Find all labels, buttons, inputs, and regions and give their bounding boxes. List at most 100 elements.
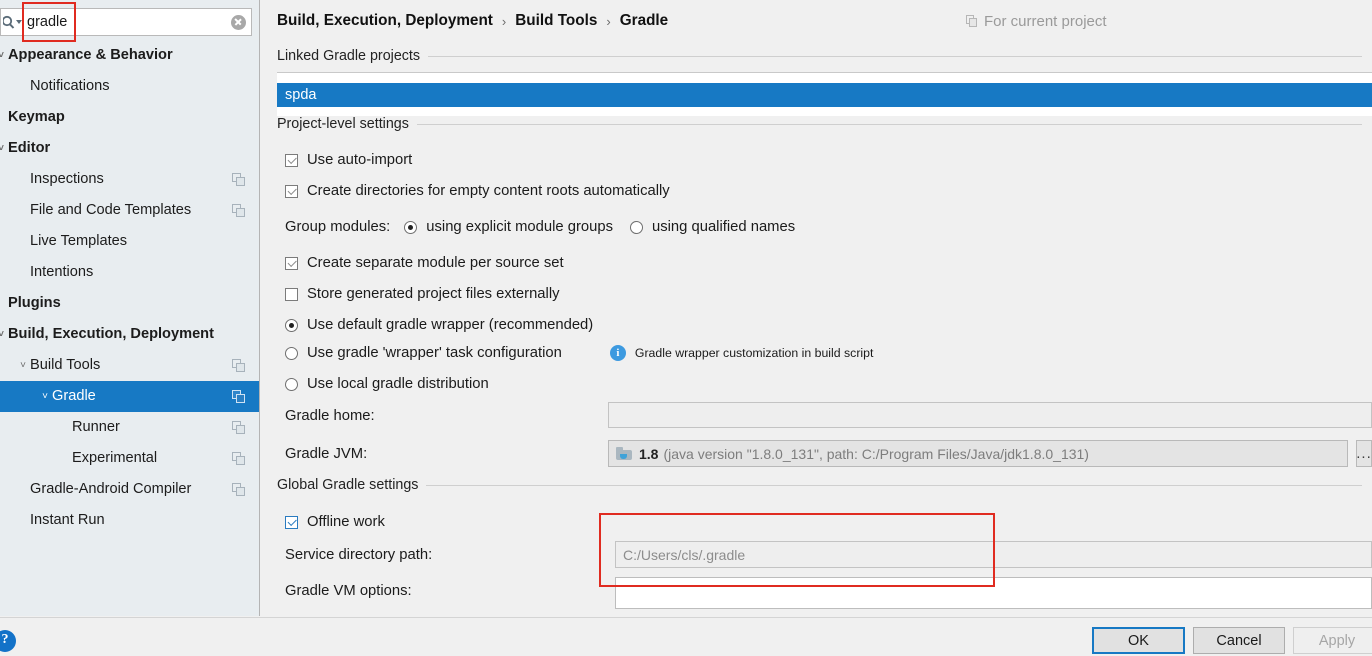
sidebar-item-build-tools[interactable]: ˅ Build Tools xyxy=(0,350,259,381)
offline-work-checkbox[interactable] xyxy=(285,515,298,529)
copy-icon[interactable] xyxy=(232,452,245,465)
breadcrumb-item-1[interactable]: Build Tools xyxy=(515,12,597,30)
sidebar-item-keymap[interactable]: Keymap xyxy=(0,102,259,133)
create-directories-row[interactable]: Create directories for empty content roo… xyxy=(285,183,670,199)
sidebar-item-experimental[interactable]: Experimental xyxy=(0,443,259,474)
section-rule xyxy=(426,484,1362,486)
wrapper-local-radio[interactable] xyxy=(285,377,298,391)
breadcrumb-item-0[interactable]: Build, Execution, Deployment xyxy=(277,12,493,30)
group-modules-qualified-label: using qualified names xyxy=(652,219,796,235)
sidebar-item-gradle[interactable]: ˅ Gradle xyxy=(0,381,259,412)
offline-work-row[interactable]: Offline work xyxy=(285,514,385,530)
sidebar-item-label: Notifications xyxy=(30,78,110,94)
copy-icon[interactable] xyxy=(232,390,245,403)
project-settings-title-text: Project-level settings xyxy=(277,116,409,132)
chevron-down-icon[interactable]: ˅ xyxy=(0,40,8,71)
service-directory-value: C:/Users/cls/.gradle xyxy=(623,546,746,563)
wrapper-task-radio[interactable] xyxy=(285,346,298,360)
gradle-jvm-browse-button[interactable]: ... xyxy=(1356,440,1372,467)
wrapper-default-row[interactable]: Use default gradle wrapper (recommended) xyxy=(285,317,593,333)
search-icon[interactable] xyxy=(1,9,27,35)
sidebar-item-inspections[interactable]: Inspections xyxy=(0,164,259,195)
sidebar-item-appearance-behavior[interactable]: ˅ Appearance & Behavior xyxy=(0,40,259,71)
chevron-down-icon[interactable]: ˅ xyxy=(16,350,30,381)
sidebar-item-label: Inspections xyxy=(30,171,104,187)
copy-icon[interactable] xyxy=(232,483,245,496)
group-modules-explicit-radio[interactable] xyxy=(404,220,418,234)
copy-icon[interactable] xyxy=(232,204,245,217)
store-generated-checkbox[interactable] xyxy=(285,287,298,301)
wrapper-local-row[interactable]: Use local gradle distribution xyxy=(285,376,489,392)
use-auto-import-row[interactable]: Use auto-import xyxy=(285,152,412,168)
list-item[interactable]: spda xyxy=(277,83,1372,107)
cancel-button[interactable]: Cancel xyxy=(1193,627,1285,654)
breadcrumb-separator: › xyxy=(606,13,611,29)
create-directories-checkbox[interactable] xyxy=(285,184,298,198)
group-modules-explicit-label: using explicit module groups xyxy=(426,219,613,235)
sidebar-item-file-and-code-templates[interactable]: File and Code Templates xyxy=(0,195,259,226)
sidebar-item-instant-run[interactable]: Instant Run xyxy=(0,505,259,536)
wrapper-info-text: Gradle wrapper customization in build sc… xyxy=(634,346,874,360)
sidebar-item-notifications[interactable]: Notifications xyxy=(0,71,259,102)
settings-tree[interactable]: ˅ Appearance & Behavior Notifications Keyma… xyxy=(0,40,259,616)
create-separate-module-checkbox[interactable] xyxy=(285,256,298,270)
breadcrumb: Build, Execution, Deployment › Build Too… xyxy=(277,10,668,32)
sidebar-item-label: File and Code Templates xyxy=(30,202,192,218)
wrapper-default-radio[interactable] xyxy=(285,318,298,332)
sidebar-item-editor[interactable]: ˅ Editor xyxy=(0,133,259,164)
sidebar-item-live-templates[interactable]: Live Templates xyxy=(0,226,259,257)
breadcrumb-item-2[interactable]: Gradle xyxy=(620,12,668,30)
settings-sidebar: ˅Appearance & BehaviorNotificationsKeyma… xyxy=(0,0,260,616)
chevron-down-icon[interactable]: ˅ xyxy=(0,133,8,164)
sidebar-item-label: Live Templates xyxy=(30,233,128,249)
service-directory-label: Service directory path: xyxy=(285,547,433,563)
settings-search-box[interactable] xyxy=(0,8,252,36)
sidebar-item-label: Editor xyxy=(8,140,51,156)
sidebar-item-label: Instant Run xyxy=(30,512,105,528)
gradle-jvm-detail: (java version "1.8.0_131", path: C:/Prog… xyxy=(663,445,1089,462)
create-separate-module-row[interactable]: Create separate module per source set xyxy=(285,255,564,271)
offline-work-label: Offline work xyxy=(307,514,385,530)
vm-options-field[interactable] xyxy=(615,577,1372,609)
group-modules-row[interactable]: Group modules: using explicit module gro… xyxy=(285,219,795,235)
use-auto-import-checkbox[interactable] xyxy=(285,153,298,167)
create-directories-label: Create directories for empty content roo… xyxy=(307,183,670,199)
service-directory-field[interactable]: C:/Users/cls/.gradle xyxy=(615,541,1372,568)
sidebar-item-label: Experimental xyxy=(72,450,158,466)
sidebar-item-build-execution-deployment[interactable]: ˅ Build, Execution, Deployment xyxy=(0,319,259,350)
store-generated-label: Store generated project files externally xyxy=(307,286,560,302)
sidebar-item-intentions[interactable]: Intentions xyxy=(0,257,259,288)
chevron-down-icon[interactable]: ˅ xyxy=(38,381,52,412)
sidebar-item-plugins[interactable]: Plugins xyxy=(0,288,259,319)
gradle-home-label: Gradle home: xyxy=(285,408,375,424)
global-settings-section-title: Global Gradle settings xyxy=(277,477,1362,493)
chevron-down-icon[interactable]: ˅ xyxy=(0,319,8,350)
vm-options-label: Gradle VM options: xyxy=(285,583,412,599)
linked-projects-title-text: Linked Gradle projects xyxy=(277,48,421,64)
info-icon: i xyxy=(609,345,626,361)
group-modules-label: Group modules: xyxy=(285,219,391,235)
linked-projects-list[interactable]: spda xyxy=(277,72,1372,116)
settings-content: Build, Execution, Deployment › Build Too… xyxy=(261,0,1372,616)
global-settings-title-text: Global Gradle settings xyxy=(277,477,419,493)
copy-icon[interactable] xyxy=(232,359,245,372)
sidebar-item-runner[interactable]: Runner xyxy=(0,412,259,443)
sidebar-item-label: Build Tools xyxy=(30,357,101,373)
copy-icon[interactable] xyxy=(232,173,245,186)
sidebar-item-label: Appearance & Behavior xyxy=(8,47,173,63)
settings-dialog: ˅Appearance & BehaviorNotificationsKeyma… xyxy=(0,0,1372,656)
copy-icon[interactable] xyxy=(232,421,245,434)
create-separate-module-label: Create separate module per source set xyxy=(307,255,564,271)
ok-button[interactable]: OK xyxy=(1092,627,1185,654)
java-folder-icon xyxy=(616,447,632,460)
wrapper-task-row[interactable]: Use gradle 'wrapper' task configuration … xyxy=(285,345,873,361)
store-generated-row[interactable]: Store generated project files externally xyxy=(285,286,560,302)
sidebar-item-label: Gradle-Android Compiler xyxy=(30,481,192,497)
gradle-jvm-combobox[interactable]: 1.8 (java version "1.8.0_131", path: C:/… xyxy=(608,440,1348,467)
group-modules-qualified-radio[interactable] xyxy=(630,220,643,234)
gradle-home-field[interactable] xyxy=(608,402,1372,428)
search-input[interactable] xyxy=(27,9,225,35)
sidebar-item-gradle-android-compiler[interactable]: Gradle-Android Compiler xyxy=(0,474,259,505)
clear-icon[interactable] xyxy=(225,9,251,35)
sidebar-item-label: Keymap xyxy=(8,109,65,125)
